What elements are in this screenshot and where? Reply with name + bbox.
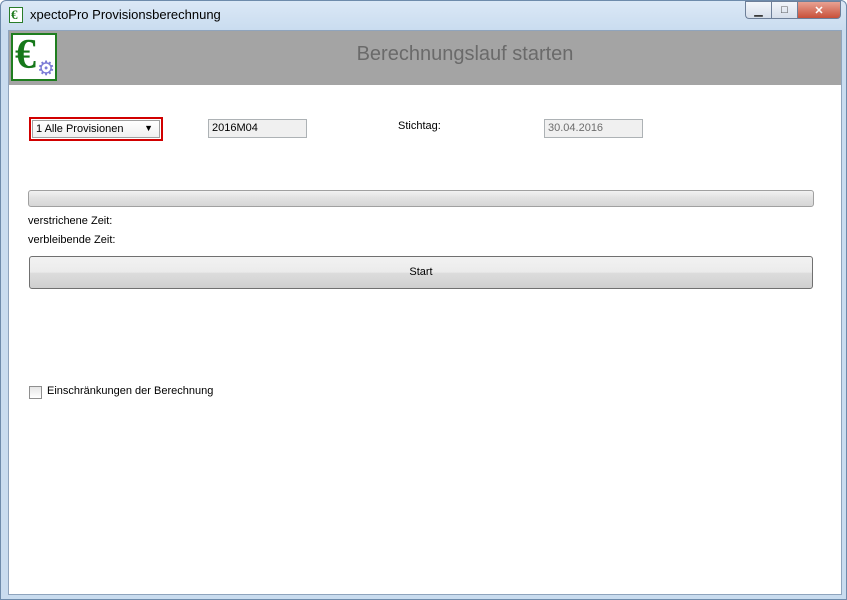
client-area: € ⚙ Berechnungslauf starten 1 Alle Provi… (8, 30, 842, 595)
page-title: Berechnungslauf starten (356, 43, 574, 65)
header-banner: € ⚙ Berechnungslauf starten (9, 31, 841, 85)
dropdown-value: 1 Alle Provisionen (36, 123, 124, 135)
app-window: € xpectoPro Provisionsberechnung ▁ □ ✕ €… (0, 0, 847, 600)
stichtag-label: Stichtag: (398, 120, 441, 132)
restrictions-label: Einschränkungen der Berechnung (47, 385, 214, 397)
app-icon: € (9, 7, 23, 23)
maximize-icon: □ (781, 4, 788, 16)
close-button[interactable]: ✕ (797, 1, 841, 19)
caption-buttons: ▁ □ ✕ (745, 1, 841, 21)
close-icon: ✕ (814, 4, 824, 17)
remaining-time-label: verbleibende Zeit: (28, 234, 116, 246)
stichtag-field: 30.04.2016 (544, 119, 643, 138)
minimize-icon: ▁ (754, 4, 763, 17)
elapsed-time-label: verstrichene Zeit: (28, 215, 113, 227)
chevron-down-icon: ▼ (144, 123, 153, 133)
provision-type-dropdown[interactable]: 1 Alle Provisionen ▼ (32, 120, 160, 138)
minimize-button[interactable]: ▁ (745, 1, 771, 19)
window-title: xpectoPro Provisionsberechnung (30, 7, 221, 22)
selection-highlight: 1 Alle Provisionen ▼ (29, 117, 163, 141)
restrictions-checkbox[interactable] (29, 386, 42, 399)
title-bar[interactable]: € xpectoPro Provisionsberechnung ▁ □ ✕ (1, 1, 846, 29)
maximize-button[interactable]: □ (771, 1, 797, 19)
period-field[interactable]: 2016M04 (208, 119, 307, 138)
progress-bar (28, 190, 814, 207)
start-button[interactable]: Start (29, 256, 813, 289)
